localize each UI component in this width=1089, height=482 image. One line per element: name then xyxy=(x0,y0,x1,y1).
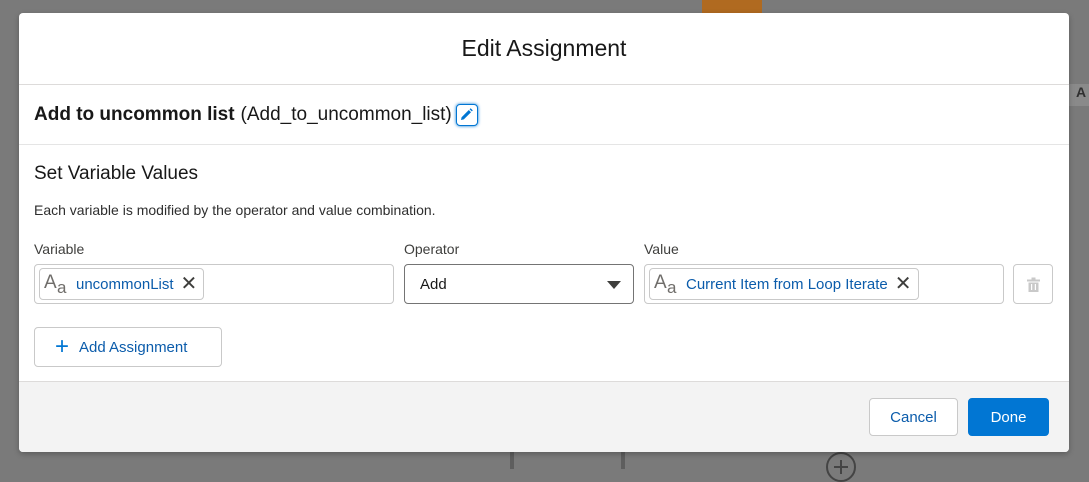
value-field[interactable]: Aa Current Item from Loop Iterate ✕ xyxy=(644,264,1004,304)
canvas-add-icon xyxy=(826,452,856,482)
value-value: Current Item from Loop Iterate xyxy=(686,275,888,293)
element-api-name: (Add_to_uncommon_list) xyxy=(240,103,452,125)
section-title: Set Variable Values xyxy=(34,163,199,184)
value-pill: Aa Current Item from Loop Iterate ✕ xyxy=(649,268,919,300)
add-assignment-button[interactable]: + Add Assignment xyxy=(34,327,222,367)
assignment-row: Variable Aa uncommonList ✕ Operator Add … xyxy=(34,218,1054,318)
operator-value: Add xyxy=(420,275,447,293)
modal-title: Edit Assignment xyxy=(461,35,627,61)
cancel-button[interactable]: Cancel xyxy=(869,398,958,436)
operator-select[interactable]: Add xyxy=(404,264,634,304)
add-assignment-label: Add Assignment xyxy=(79,338,188,356)
canvas-element-block xyxy=(702,0,762,14)
element-name-row: Add to uncommon list (Add_to_uncommon_li… xyxy=(19,85,1069,145)
edit-element-button[interactable] xyxy=(455,103,478,126)
modal-header: Edit Assignment xyxy=(19,13,1069,85)
chevron-down-icon xyxy=(607,281,621,289)
close-icon[interactable]: ✕ xyxy=(895,274,912,294)
trash-icon xyxy=(1026,277,1040,292)
variable-field[interactable]: Aa uncommonList ✕ xyxy=(34,264,394,304)
close-icon[interactable]: ✕ xyxy=(181,274,198,294)
canvas-connector xyxy=(510,452,514,469)
variable-value: uncommonList xyxy=(76,275,174,293)
variable-values-section: Set Variable Values Each variable is mod… xyxy=(19,163,1069,318)
edit-assignment-modal: Edit Assignment Add to uncommon list (Ad… xyxy=(19,13,1069,452)
canvas-connector xyxy=(621,452,625,469)
section-description: Each variable is modified by the operato… xyxy=(34,202,436,218)
done-button[interactable]: Done xyxy=(968,398,1049,436)
element-label: Add to uncommon list xyxy=(34,103,235,125)
value-label: Value xyxy=(644,241,679,257)
text-type-icon: Aa xyxy=(44,272,67,297)
modal-footer: Cancel Done xyxy=(19,381,1069,452)
variable-label: Variable xyxy=(34,241,85,257)
plus-icon: + xyxy=(55,333,70,360)
operator-label: Operator xyxy=(404,241,460,257)
canvas-side-text: A xyxy=(1076,84,1087,100)
pencil-icon xyxy=(461,108,474,120)
variable-pill: Aa uncommonList ✕ xyxy=(39,268,205,300)
text-type-icon: Aa xyxy=(654,272,677,297)
delete-assignment-button[interactable] xyxy=(1013,264,1053,304)
